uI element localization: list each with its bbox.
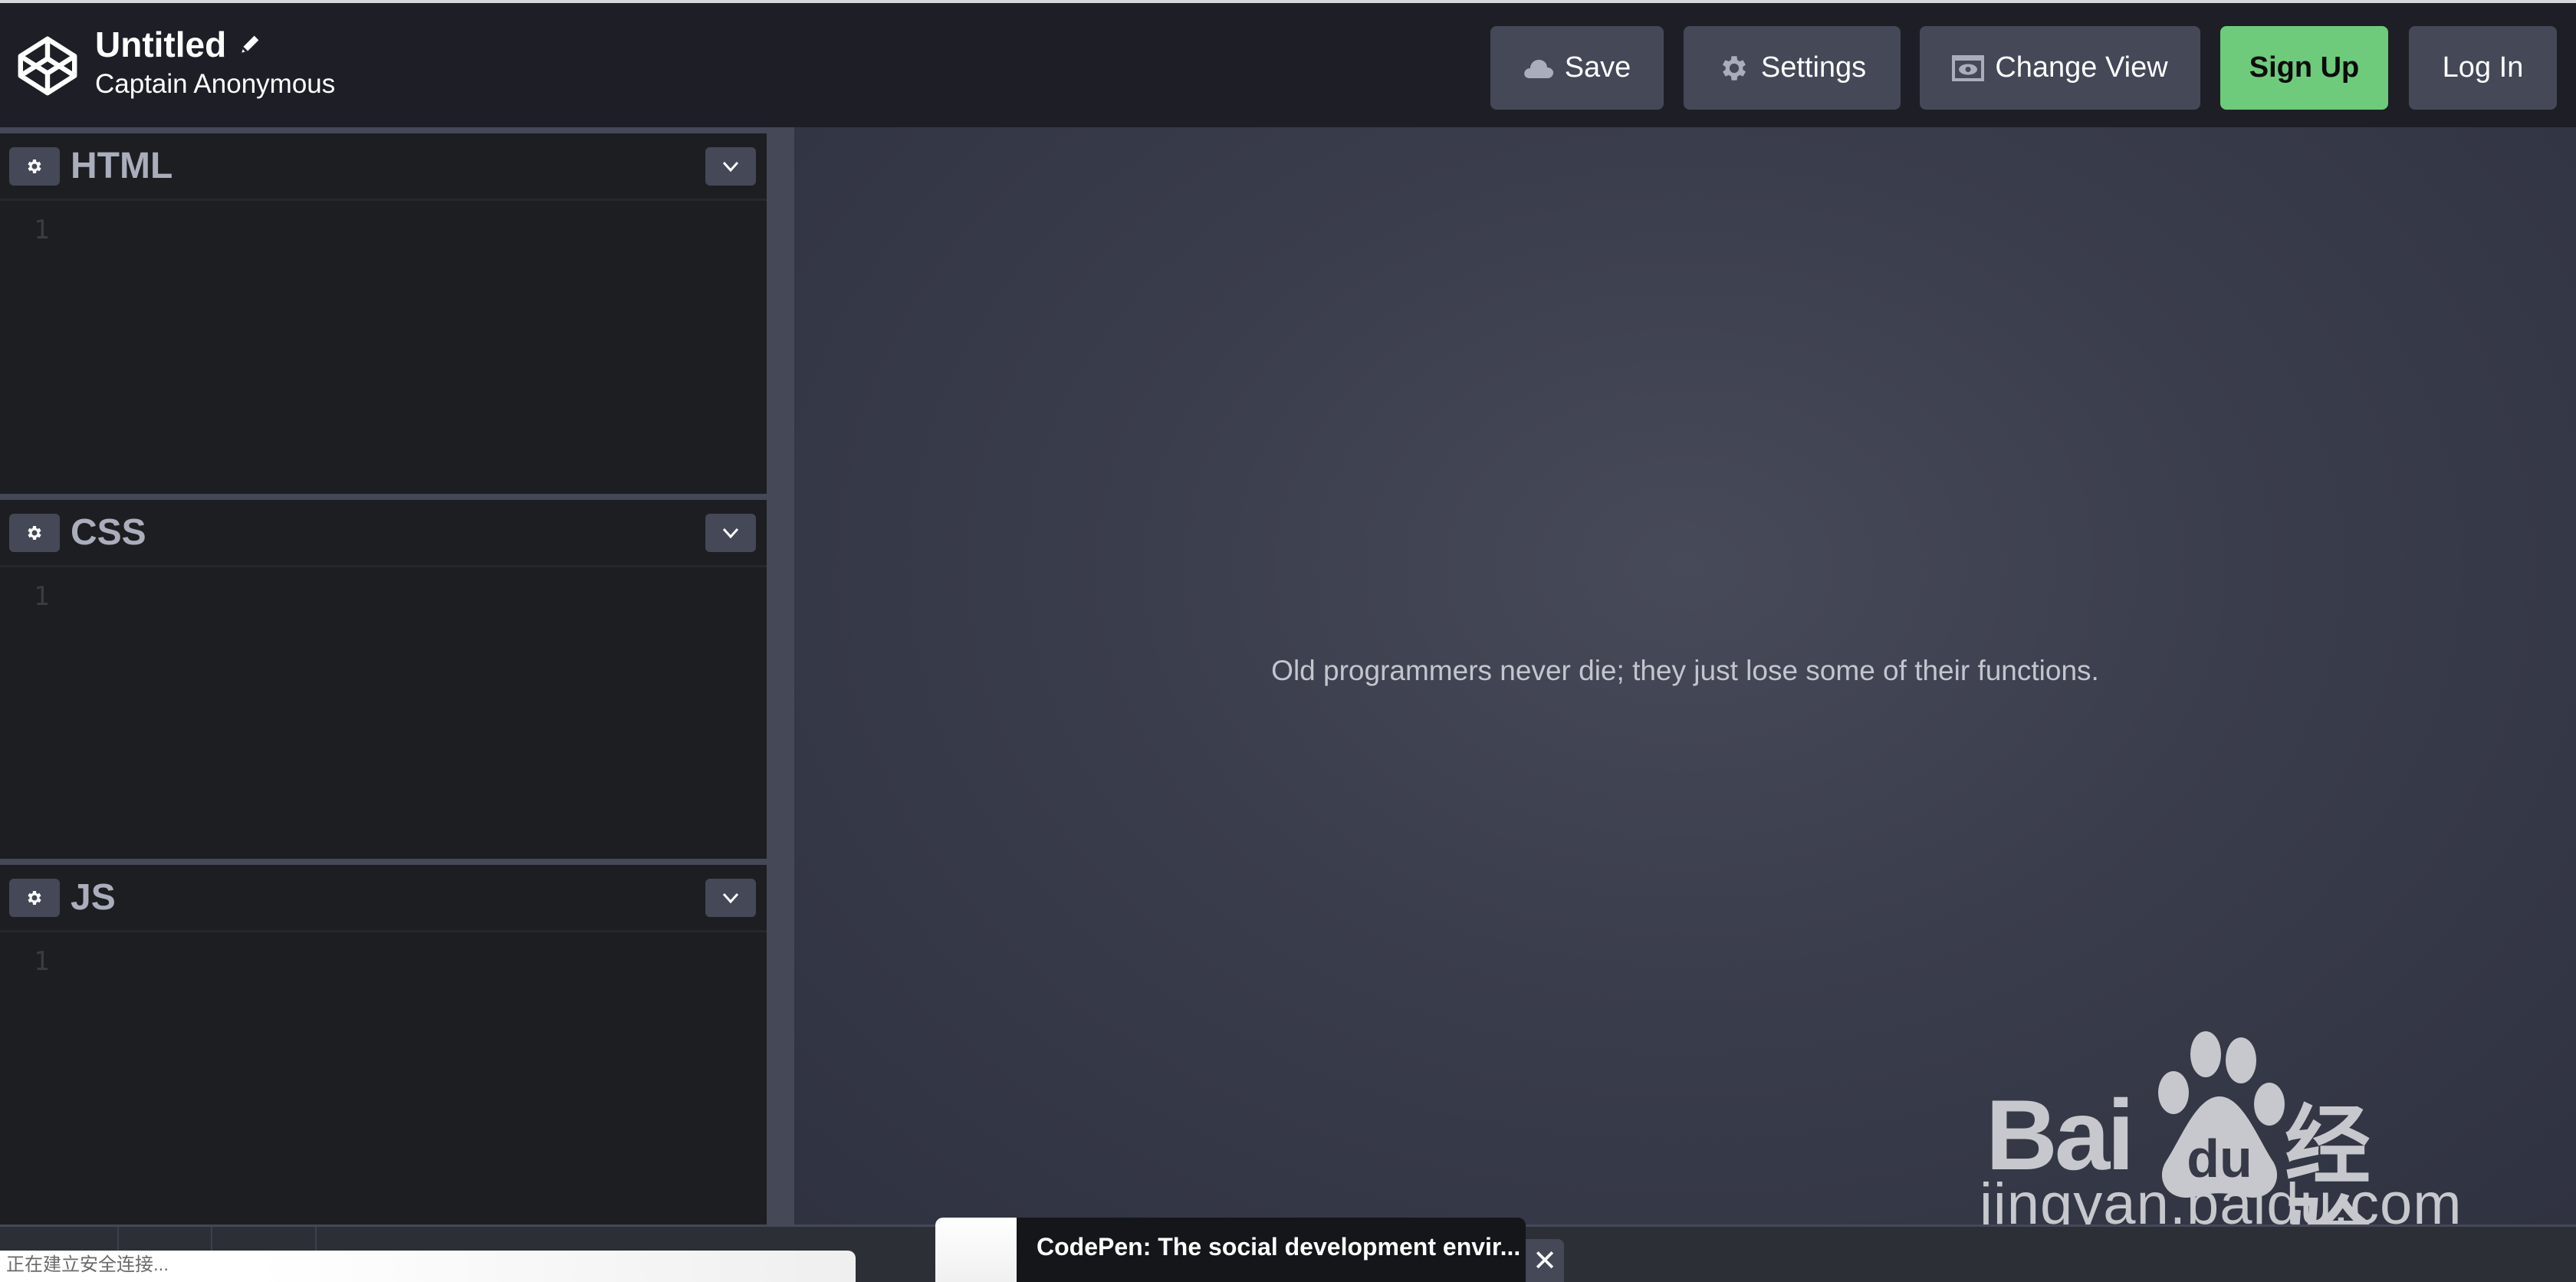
baidu-watermark: Bai du 经验 jingyan.baidu.com [1970,1001,2462,1282]
css-collapse-button[interactable] [705,514,756,552]
settings-label: Settings [1760,51,1867,84]
css-editor-header: CSS [0,500,767,567]
change-view-button[interactable]: Change View [1920,26,2200,110]
css-editor-panel: CSS 1 [0,500,767,859]
line-number: 1 [34,215,50,245]
pencil-icon[interactable] [237,31,263,58]
css-settings-button[interactable] [9,514,60,552]
html-editor-label: HTML [71,146,173,186]
pen-title[interactable]: Untitled [95,23,335,66]
settings-button[interactable]: Settings [1684,26,1901,110]
watermark-brand: Bai [1986,1079,2134,1191]
change-view-label: Change View [1995,51,2168,84]
gear-icon [28,526,41,540]
line-number: 1 [34,581,50,612]
sign-up-button[interactable]: Sign Up [2220,26,2388,110]
gear-icon [28,891,41,905]
gear-icon [28,159,41,173]
close-icon[interactable]: ✕ [1526,1239,1564,1282]
save-label: Save [1564,51,1631,84]
browser-tab-tooltip: CodePen: The social development envir... [935,1218,1526,1282]
css-editor-label: CSS [71,512,146,553]
js-settings-button[interactable] [9,879,60,917]
editor-preview-resizer[interactable] [767,127,794,1224]
pen-owner: Captain Anonymous [95,69,336,99]
save-button[interactable]: Save [1490,26,1664,110]
log-in-button[interactable]: Log In [2409,26,2557,110]
codepen-logo-icon[interactable] [17,35,78,97]
browser-status-text: 正在建立安全连接... [0,1251,856,1282]
chevron-down-icon [722,892,739,904]
line-number: 1 [34,946,50,977]
html-editor-panel: HTML 1 [0,133,767,494]
chevron-down-icon [722,161,739,173]
header: Untitled Captain Anonymous Save Settings… [0,3,2576,127]
tab-title: CodePen: The social development envir... [1037,1233,1521,1261]
js-editor-panel: JS 1 [0,865,767,1224]
tab-favicon [935,1218,1017,1282]
editors-column: HTML 1 CSS 1 JS 1 [0,127,767,1224]
chevron-down-icon [722,528,739,539]
js-editor-label: JS [71,877,116,918]
html-settings-button[interactable] [9,147,60,186]
html-editor-header: HTML [0,133,767,201]
cloud-icon [1523,59,1553,78]
js-collapse-button[interactable] [705,879,756,917]
js-editor-header: JS [0,865,767,932]
html-collapse-button[interactable] [705,147,756,186]
pen-title-text[interactable]: Untitled [95,23,226,66]
eye-window-icon [1952,54,1985,81]
gear-icon [1722,55,1746,81]
preview-text: Old programmers never die; they just los… [1271,655,2099,686]
